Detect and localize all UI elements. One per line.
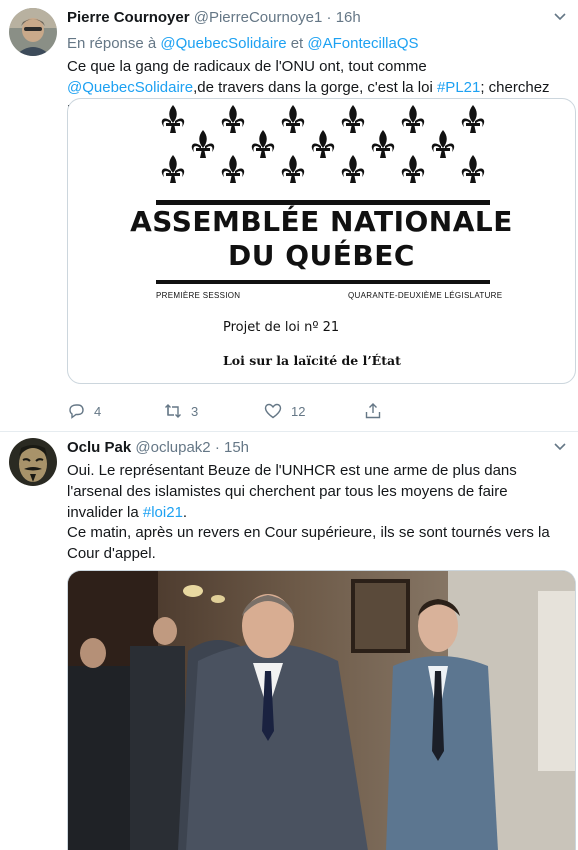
text-segment: .	[182, 504, 188, 521]
doc-title-line2: DU QUÉBEC	[228, 239, 415, 272]
avatar[interactable]	[9, 8, 57, 56]
retweet-icon	[165, 404, 181, 418]
tweet[interactable]: Pierre Cournoyer @PierreCournoye1 · 16h …	[0, 0, 578, 432]
share-icon	[365, 403, 381, 419]
reply-separator: et	[290, 35, 304, 52]
chevron-down-icon[interactable]	[552, 8, 568, 24]
legislature-label: QUARANTE-DEUXIÈME LÉGISLATURE	[348, 291, 503, 300]
user-handle[interactable]: @oclupak2	[135, 439, 210, 456]
text-segment: Oui. Le représentant Beuze de l'UNHCR es…	[67, 462, 517, 521]
separator-dot: ·	[214, 439, 220, 456]
mention-link[interactable]: @AFontecillaQS	[307, 35, 418, 52]
retweet-count: 3	[191, 403, 199, 419]
avatar[interactable]	[9, 438, 57, 486]
share-button[interactable]	[364, 401, 382, 421]
like-button[interactable]: 12	[264, 401, 305, 421]
press-photo	[68, 571, 575, 850]
separator-dot: ·	[326, 9, 332, 26]
session-label: PREMIÈRE SESSION	[156, 291, 241, 300]
text-segment: Ce que la gang de radicaux de l'ONU ont,…	[67, 58, 427, 75]
user-handle[interactable]: @PierreCournoye1	[194, 9, 323, 26]
like-icon	[264, 403, 282, 419]
retweet-button[interactable]: 3	[164, 401, 198, 421]
hashtag-link[interactable]: #loi21	[143, 504, 183, 521]
like-count: 12	[291, 403, 306, 419]
display-name[interactable]: Pierre Cournoyer	[67, 9, 190, 26]
tweet-text: Oui. Le représentant Beuze de l'UNHCR es…	[67, 460, 566, 523]
mention-link[interactable]: @QuebecSolidaire	[160, 35, 286, 52]
tweet-text-paragraph: Ce matin, après un revers en Cour supéri…	[67, 524, 550, 562]
doc-title-line1: ASSEMBLÉE NATIONALE	[130, 205, 513, 238]
timestamp[interactable]: 15h	[224, 439, 249, 456]
reply-count: 4	[94, 403, 102, 419]
text-segment: ,de travers dans la gorge, c'est la loi	[193, 79, 437, 96]
reply-icon	[69, 404, 84, 419]
tweet-header: Pierre Cournoyer @PierreCournoye1 · 16h	[67, 8, 361, 28]
fleur-de-lis-pattern	[161, 105, 485, 183]
bill-title: Loi sur la laïcité de l’État	[223, 353, 401, 368]
display-name[interactable]: Oclu Pak	[67, 439, 131, 456]
tweet[interactable]: Oclu Pak @oclupak2 · 15h Oui. Le représe…	[0, 432, 578, 850]
reply-context: En réponse à @QuebecSolidaire et @AFonte…	[67, 34, 419, 54]
chevron-down-icon[interactable]	[552, 438, 568, 454]
mention-link[interactable]: @QuebecSolidaire	[67, 79, 193, 96]
bill-number: Projet de loi nº 21	[223, 320, 340, 335]
divider	[156, 280, 490, 284]
tweet-actions: 4 3 12	[67, 401, 397, 421]
reply-button[interactable]: 4	[67, 401, 101, 421]
tweet-header: Oclu Pak @oclupak2 · 15h	[67, 438, 249, 458]
hashtag-link[interactable]: #PL21	[437, 79, 480, 96]
timestamp[interactable]: 16h	[336, 9, 361, 26]
media-card[interactable]: ASSEMBLÉE NATIONALE DU QUÉBEC PREMIÈRE S…	[67, 98, 576, 384]
reply-prefix: En réponse à	[67, 35, 157, 52]
media-photo[interactable]	[67, 570, 576, 850]
